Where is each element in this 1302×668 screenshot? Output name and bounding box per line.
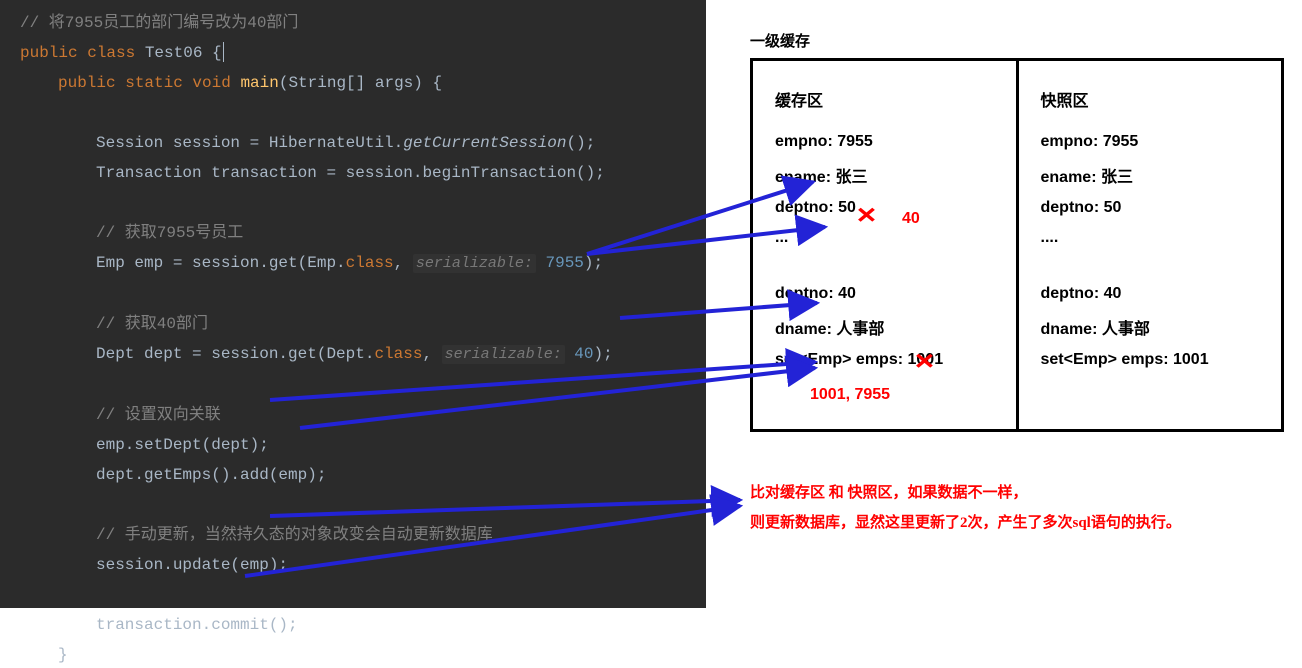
red-x-icon: × [914,348,934,379]
code: Transaction transaction = session.beginT… [96,164,605,182]
code: ); [594,345,613,363]
code-comment: // 将7955员工的部门编号改为40部门 [20,14,298,32]
snapshot-row: deptno: 40 [1041,285,1260,303]
code-comment: // 手动更新，当然持久态的对象改变会自动更新数据库 [96,526,493,544]
snapshot-box: 快照区 empno: 7955 ename: 张三 deptno: 50 ...… [1016,61,1282,429]
cache-row: ename: 张三 [775,163,994,187]
cache-row: ... [775,229,994,247]
red-annotation: 40 [902,210,920,228]
code-editor: // 将7955员工的部门编号改为40部门 public class Test0… [0,0,706,608]
brace: } [58,646,68,664]
method-name: main [240,74,278,92]
code: Session session = HibernateUtil. [96,134,403,152]
cache-row: empno: 7955 [775,133,994,151]
cache-boxes: 缓存区 empno: 7955 ename: 张三 deptno: 50 ...… [750,58,1284,432]
code: , [422,345,441,363]
code: (); [566,134,595,152]
code: ); [584,254,603,272]
code: Dept dept = session.get(Dept. [96,345,374,363]
cache-row: deptno: 50 [775,199,994,217]
red-x-icon: × [856,202,876,233]
num: 40 [565,345,594,363]
snapshot-row: dname: 人事部 [1041,315,1260,339]
snapshot-row: empno: 7955 [1041,133,1260,151]
box-title: 缓存区 [775,87,994,111]
kw: class [346,254,394,272]
brace: { [212,44,222,62]
explain-line: 比对缓存区 和 快照区，如果数据不一样， [750,478,1290,508]
code-comment: // 获取7955号员工 [96,224,243,242]
code-comment: // 获取40部门 [96,315,208,333]
code: dept.getEmps().add(emp); [96,466,326,484]
snapshot-row: .... [1041,229,1260,247]
box-title: 快照区 [1041,87,1260,111]
cache-box: 缓存区 empno: 7955 ename: 张三 deptno: 50 ...… [753,61,1016,429]
params: (String[] args) { [279,74,442,92]
kw: public static void [58,74,240,92]
class-name: Test06 [145,44,212,62]
kw: class [374,345,422,363]
code: session.update(emp); [96,556,288,574]
cache-title: 一级缓存 [750,30,810,51]
cache-row: dname: 人事部 [775,315,994,339]
code: Emp emp = session.get(Emp. [96,254,346,272]
code-comment: // 设置双向关联 [96,406,221,424]
num: 7955 [536,254,584,272]
code: transaction.commit(); [96,616,298,634]
red-annotation: 1001, 7955 [810,386,890,404]
param-hint: serializable: [413,254,536,273]
explain-line: 则更新数据库，显然这里更新了2次，产生了多次sql语句的执行。 [750,508,1290,538]
snapshot-row: deptno: 50 [1041,199,1260,217]
param-hint: serializable: [442,345,565,364]
explain-text: 比对缓存区 和 快照区，如果数据不一样， 则更新数据库，显然这里更新了2次，产生… [750,478,1290,538]
snapshot-row: ename: 张三 [1041,163,1260,187]
code: emp.setDept(dept); [96,436,269,454]
code: getCurrentSession [403,134,566,152]
diagram-panel: 一级缓存 缓存区 empno: 7955 ename: 张三 deptno: 5… [706,0,1302,608]
code: , [394,254,413,272]
kw: public class [20,44,145,62]
cursor [223,42,224,62]
cache-row: set<Emp> emps: 1001 [775,351,994,369]
cache-row: deptno: 40 [775,285,994,303]
snapshot-row: set<Emp> emps: 1001 [1041,351,1260,369]
